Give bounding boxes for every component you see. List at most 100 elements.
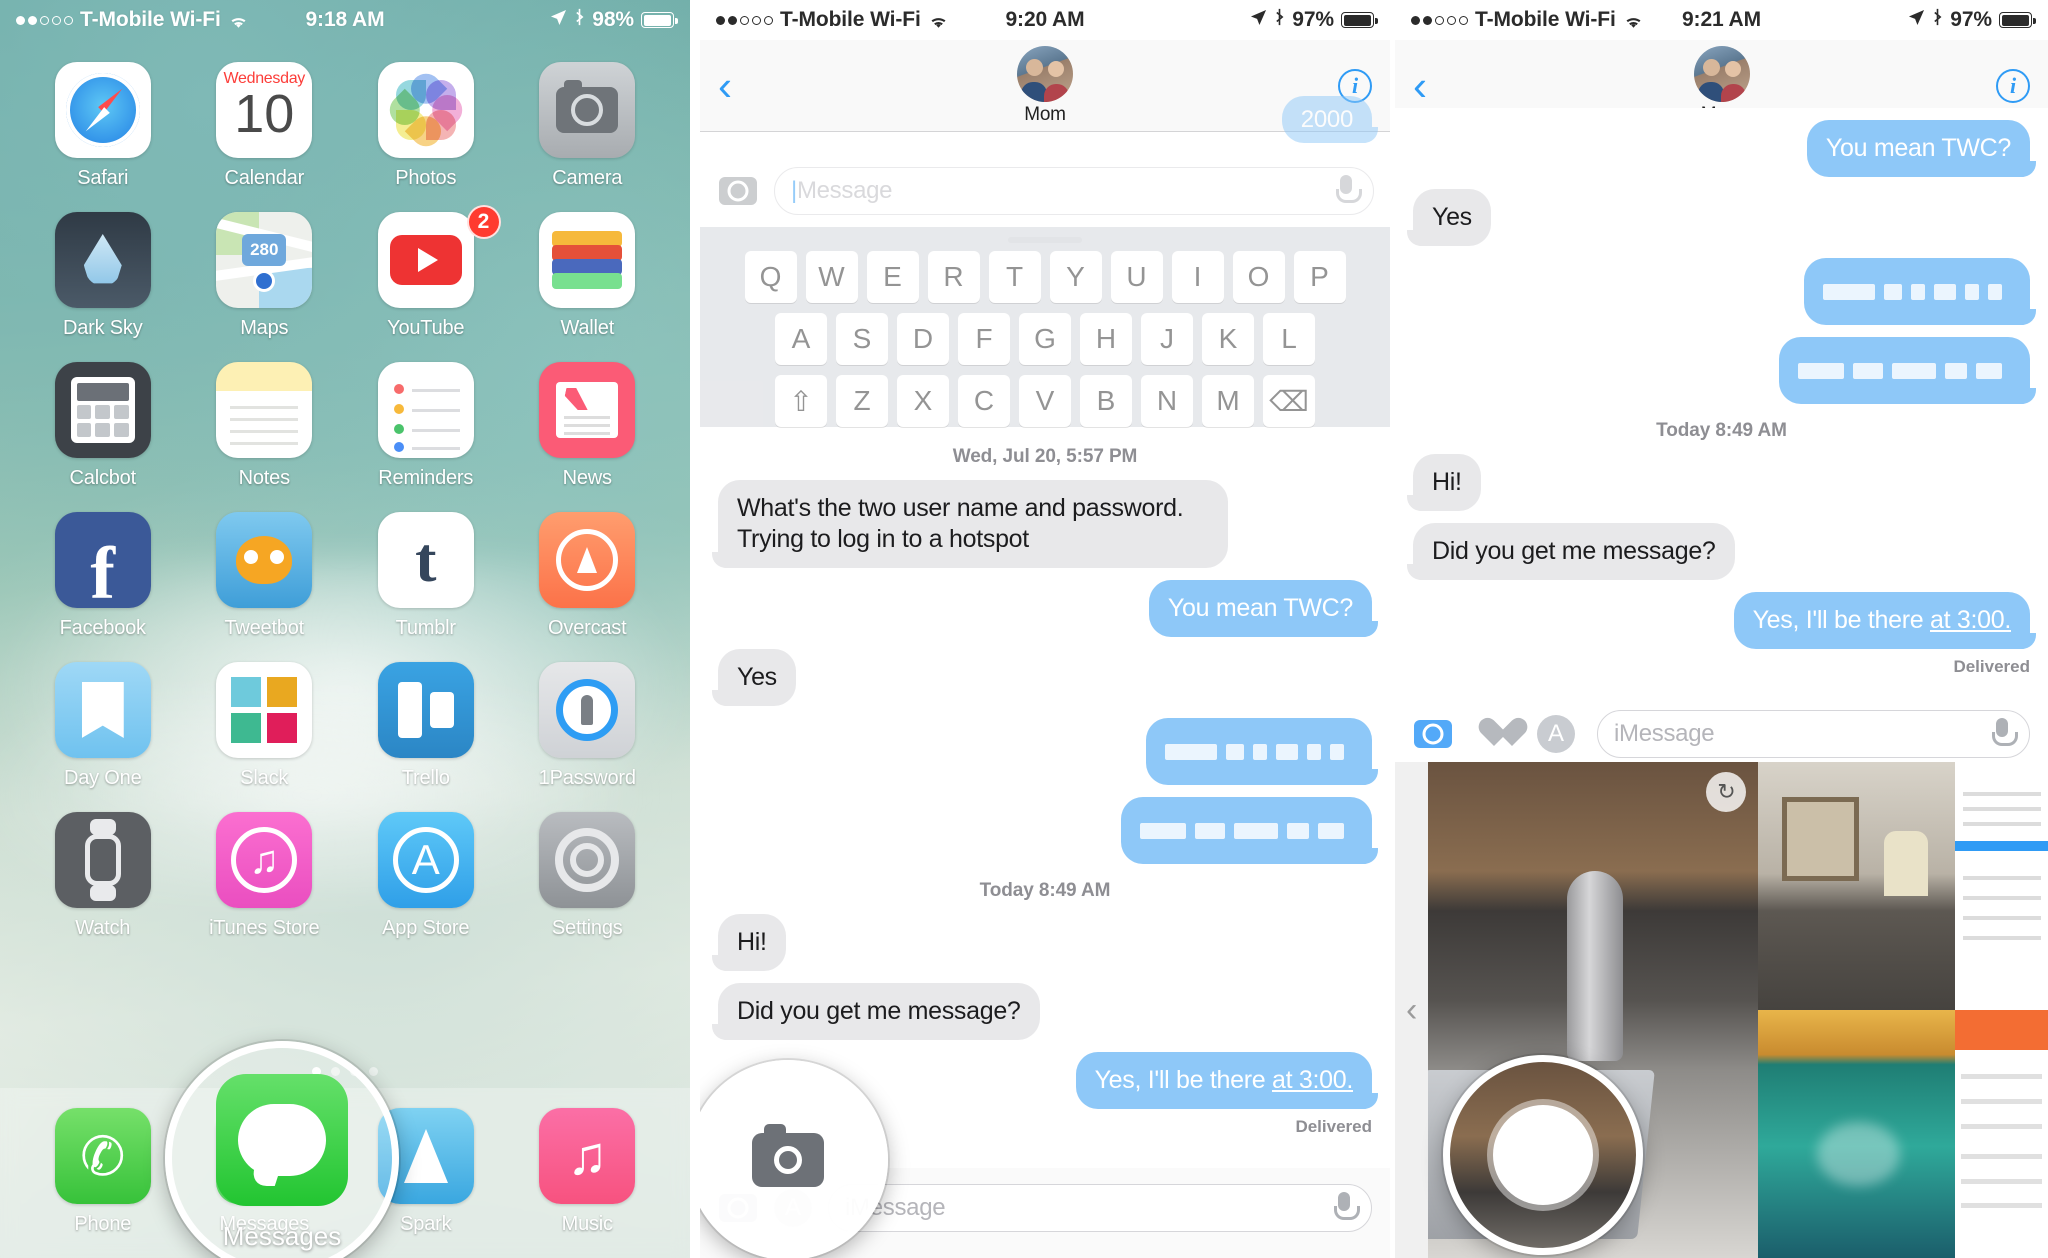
detected-time-link[interactable]: at 3:00. [1272, 1066, 1353, 1094]
app-slack[interactable]: Slack [184, 662, 346, 790]
keyboard-key[interactable]: F [958, 313, 1010, 365]
app-calendar[interactable]: Wednesday 10 Calendar [184, 62, 346, 190]
photo-thumbnail[interactable] [1758, 762, 1956, 1010]
keyboard-key[interactable]: G [1019, 313, 1071, 365]
app-app-store[interactable]: A App Store [345, 812, 507, 940]
app-store-icon[interactable]: A [1537, 715, 1575, 753]
keyboard-key[interactable]: U [1110, 251, 1163, 303]
message-bubble-incoming[interactable]: Hi! [1407, 454, 1481, 511]
app-safari[interactable]: Safari [22, 62, 184, 190]
photo-thumbnail[interactable] [1758, 1010, 1956, 1258]
onscreen-keyboard[interactable]: QWERTYUIOP ASDFGHJKL ⇧ Z X C V B N M ⌫ [700, 227, 1390, 427]
detected-time-link[interactable]: at 3:00. [1930, 606, 2011, 634]
message-bubble-incoming[interactable]: Did you get me message? [712, 983, 1040, 1040]
dock-item-music[interactable]: ♫ Music [507, 1108, 669, 1236]
keyboard-row-2[interactable]: ASDFGHJKL [705, 313, 1385, 365]
keyboard-key[interactable]: ⌫ [1263, 375, 1315, 427]
app-itunes-store[interactable]: ♫ iTunes Store [184, 812, 346, 940]
photo-thumbnail[interactable] [1955, 762, 2048, 1010]
app-reminders[interactable]: Reminders [345, 362, 507, 490]
message-bubble-incoming[interactable]: Yes [712, 649, 796, 706]
digital-touch-heart-icon[interactable] [1475, 714, 1515, 754]
app-camera[interactable]: Camera [507, 62, 669, 190]
app-calcbot[interactable]: Calcbot [22, 362, 184, 490]
app-wallet[interactable]: Wallet [507, 212, 669, 340]
message-bubble-outgoing[interactable]: Yes, I'll be there at 3:00. [1075, 1052, 1379, 1109]
app-tumblr[interactable]: t Tumblr [345, 512, 507, 640]
keyboard-key[interactable]: P [1293, 251, 1346, 303]
phone-icon: ✆ [54, 1108, 151, 1204]
tap-highlight-messages[interactable]: Messages [165, 1041, 399, 1258]
app-notes[interactable]: Notes [184, 362, 346, 490]
keyboard-drag-handle[interactable] [1008, 237, 1082, 243]
tap-highlight-camera[interactable] [700, 1060, 888, 1258]
flip-camera-icon[interactable]: ↻ [1706, 772, 1747, 812]
keyboard-key[interactable]: L [1263, 313, 1315, 365]
keyboard-key[interactable]: R [927, 251, 980, 303]
keyboard-key[interactable]: I [1171, 251, 1224, 303]
message-bubble-outgoing[interactable]: You mean TWC? [1806, 120, 2037, 177]
camera-icon[interactable] [1413, 714, 1453, 754]
app-day-one[interactable]: Day One [22, 662, 184, 790]
app-1password[interactable]: 1Password [507, 662, 669, 790]
message-bubble-outgoing-redacted[interactable] [1804, 258, 2036, 325]
keyboard-key[interactable]: H [1080, 313, 1132, 365]
camera-icon[interactable] [718, 171, 758, 211]
keyboard-key[interactable]: Q [744, 251, 797, 303]
keyboard-key[interactable]: C [958, 375, 1010, 427]
chevron-left-icon[interactable]: ‹ [1395, 762, 1429, 1258]
microphone-icon[interactable] [1991, 718, 2018, 750]
app-news[interactable]: News [507, 362, 669, 490]
keyboard-key[interactable]: K [1202, 313, 1254, 365]
app-facebook[interactable]: f Facebook [22, 512, 184, 640]
keyboard-key[interactable]: O [1232, 251, 1285, 303]
app-dark-sky[interactable]: Dark Sky [22, 212, 184, 340]
dock-item-phone[interactable]: ✆ Phone [22, 1108, 184, 1236]
keyboard-row-1[interactable]: QWERTYUIOP [705, 251, 1385, 303]
microphone-icon[interactable] [1335, 175, 1362, 207]
message-bubble-incoming[interactable]: What's the two user name and password. T… [711, 480, 1229, 568]
keyboard-key[interactable]: W [805, 251, 858, 303]
app-tweetbot[interactable]: Tweetbot [184, 512, 346, 640]
message-bubble-outgoing-redacted[interactable] [1146, 718, 1378, 785]
keyboard-row-3[interactable]: ⇧ Z X C V B N M ⌫ [705, 375, 1385, 427]
keyboard-key[interactable]: E [866, 251, 919, 303]
message-bubble-incoming[interactable]: Hi! [712, 914, 786, 971]
photo-thumbnail[interactable] [1955, 1010, 2048, 1258]
microphone-icon[interactable] [1333, 1192, 1360, 1224]
message-bubble-outgoing-redacted[interactable] [1121, 797, 1378, 864]
carrier-label: T-Mobile Wi-Fi [780, 8, 921, 31]
keyboard-key[interactable]: V [1019, 375, 1071, 427]
app-watch[interactable]: Watch [22, 812, 184, 940]
message-bubble-outgoing[interactable]: Yes, I'll be there at 3:00. [1733, 592, 2037, 649]
keyboard-key[interactable]: ⇧ [775, 375, 827, 427]
keyboard-key[interactable]: X [897, 375, 949, 427]
keyboard-key[interactable]: S [836, 313, 888, 365]
keyboard-key[interactable]: Y [1049, 251, 1102, 303]
app-overcast[interactable]: Overcast [507, 512, 669, 640]
message-input[interactable]: | Message [774, 167, 1374, 215]
message-bubble-incoming[interactable]: Did you get me message? [1407, 523, 1735, 580]
avatar[interactable] [1693, 45, 1750, 102]
app-trello[interactable]: Trello [345, 662, 507, 790]
keyboard-key[interactable]: A [775, 313, 827, 365]
imessage-input[interactable]: iMessage [1597, 710, 2030, 758]
keyboard-key[interactable]: T [988, 251, 1041, 303]
message-bubble-incoming[interactable]: Yes [1407, 189, 1491, 246]
app-settings[interactable]: Settings [507, 812, 669, 940]
shutter-button[interactable] [1493, 1105, 1593, 1205]
message-bubble-outgoing[interactable]: You mean TWC? [1148, 580, 1379, 637]
keyboard-key[interactable]: J [1141, 313, 1193, 365]
app-youtube[interactable]: 2 YouTube [345, 205, 507, 340]
message-bubble-outgoing-redacted[interactable] [1779, 337, 2036, 404]
tap-highlight-shutter[interactable] [1443, 1055, 1643, 1255]
keyboard-key[interactable]: D [897, 313, 949, 365]
keyboard-key[interactable]: B [1080, 375, 1132, 427]
keyboard-key[interactable]: N [1141, 375, 1193, 427]
app-photos[interactable]: Photos [345, 62, 507, 190]
keyboard-key[interactable]: M [1202, 375, 1254, 427]
keyboard-key[interactable]: Z [836, 375, 888, 427]
imessage-input[interactable]: iMessage [828, 1184, 1372, 1232]
avatar[interactable] [1017, 45, 1073, 102]
app-maps[interactable]: 280 Maps [184, 212, 346, 340]
